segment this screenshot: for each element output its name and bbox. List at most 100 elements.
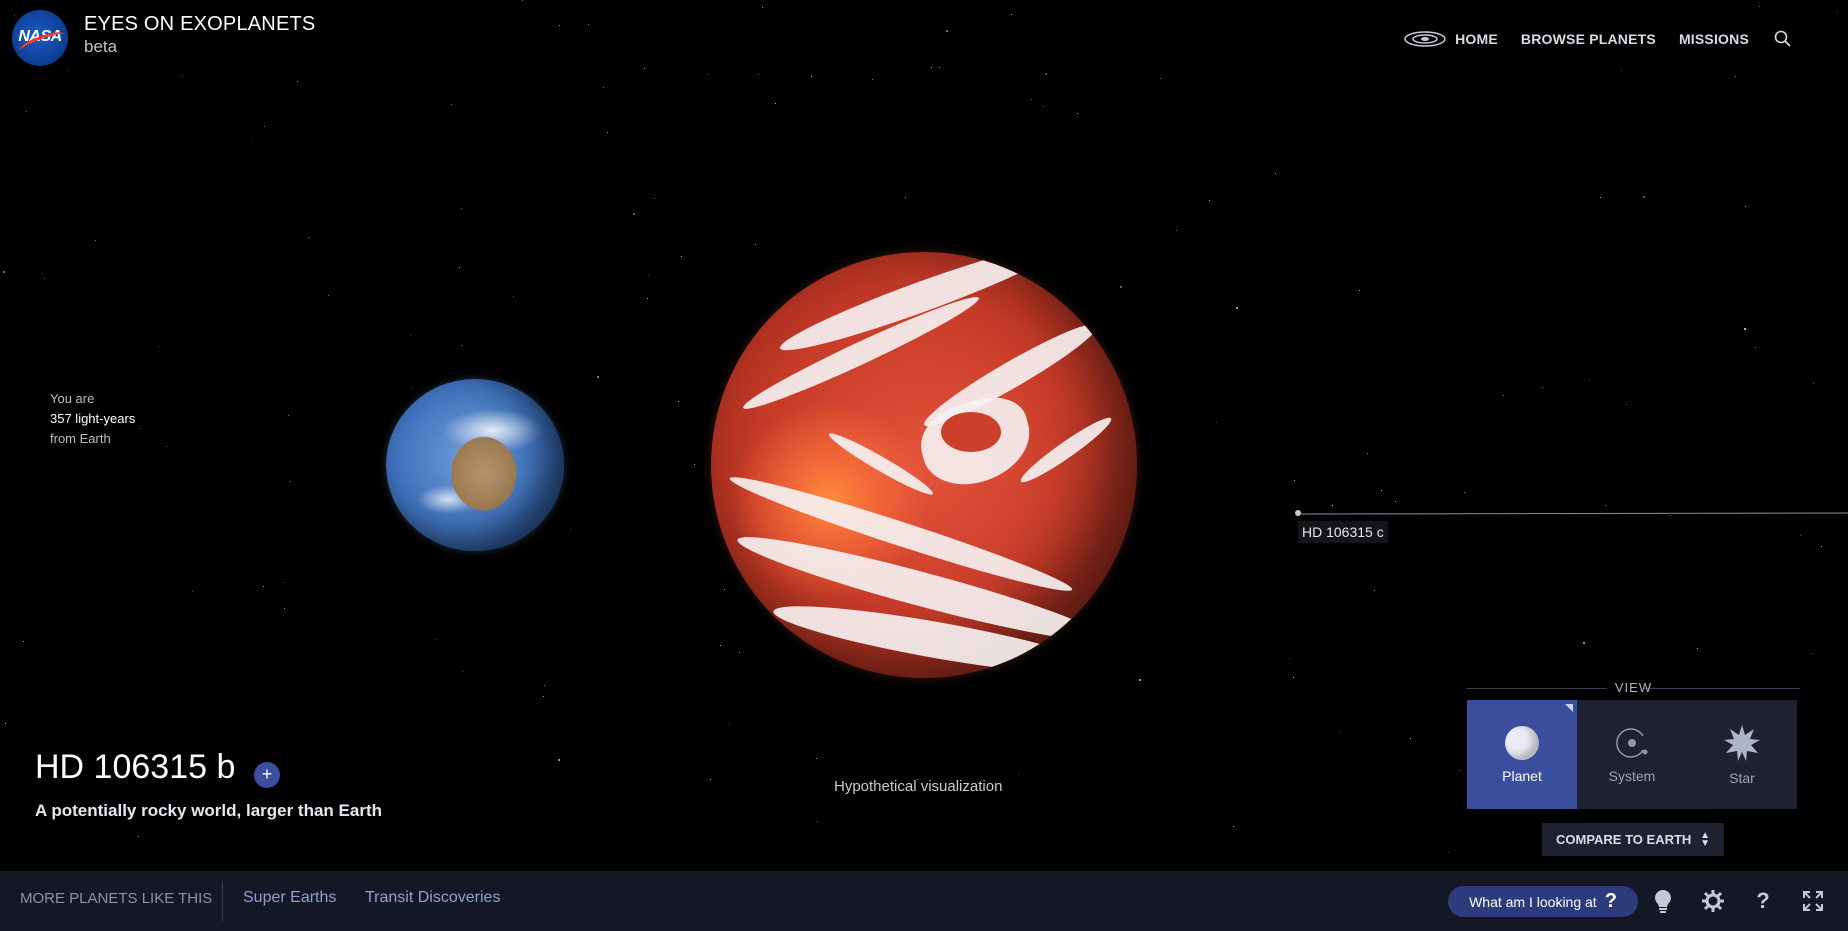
star-dot: [1605, 505, 1606, 506]
star-dot: [872, 79, 873, 80]
star-dot: [1600, 197, 1601, 198]
star-dot: [559, 25, 560, 26]
nasa-logo[interactable]: NASA: [12, 10, 68, 66]
gear-icon[interactable]: [1700, 888, 1726, 914]
star-dot: [775, 103, 776, 104]
star-dot: [1332, 505, 1333, 506]
star-dot: [762, 7, 763, 8]
star-dot: [1621, 71, 1622, 72]
planet-name: HD 106315 b: [35, 748, 236, 786]
star-dot: [588, 24, 589, 25]
view-system-button[interactable]: System: [1577, 700, 1687, 809]
cloud-band: [1016, 411, 1116, 489]
star-dot: [1395, 501, 1396, 502]
star-dot: [1294, 480, 1295, 481]
select-arrows-icon: ▲ ▼: [1700, 829, 1710, 849]
planet-c-marker[interactable]: [1295, 510, 1301, 516]
top-nav: HOME BROWSE PLANETS MISSIONS: [1403, 29, 1792, 49]
active-corner-marker: [1565, 704, 1573, 712]
view-star-button[interactable]: Star: [1687, 700, 1797, 809]
star-dot: [1503, 395, 1504, 396]
link-super-earths[interactable]: Super Earths: [243, 889, 336, 907]
exoplanet-globe[interactable]: [711, 252, 1137, 678]
compare-select[interactable]: COMPARE TO EARTH ▲ ▼: [1542, 823, 1724, 856]
system-icon: [1616, 727, 1648, 758]
star-dot: [5, 723, 6, 724]
star-dot: [1800, 535, 1801, 536]
star-dot: [724, 589, 725, 590]
star-dot: [1236, 307, 1238, 309]
what-am-i-looking-at-button[interactable]: What am I looking at ?: [1448, 886, 1638, 917]
star-dot: [461, 345, 462, 346]
star-dot: [1216, 422, 1217, 423]
bottom-bar: MORE PLANETS LIKE THIS Super Earths Tran…: [0, 871, 1848, 931]
more-info-button[interactable]: +: [254, 762, 280, 788]
star-dot: [1160, 78, 1161, 79]
star-dot: [1811, 653, 1812, 654]
star-dot: [647, 298, 648, 299]
star-dot: [710, 779, 711, 780]
planet-icon: [1505, 725, 1539, 760]
planet-description: A potentially rocky world, larger than E…: [35, 801, 382, 820]
nav-browse-planets[interactable]: BROWSE PLANETS: [1521, 31, 1656, 47]
star-dot: [14, 15, 15, 16]
nav-missions[interactable]: MISSIONS: [1679, 31, 1749, 47]
star-dot: [1813, 383, 1814, 384]
lightbulb-icon[interactable]: [1650, 888, 1676, 914]
star-dot: [264, 126, 265, 127]
search-icon[interactable]: [1774, 30, 1792, 48]
star-dot: [522, 0, 523, 1]
star-dot: [1626, 404, 1627, 405]
view-switcher: Planet System Star: [1467, 700, 1797, 809]
star-dot: [1744, 328, 1746, 330]
star-dot: [939, 67, 940, 68]
star-dot: [1464, 492, 1465, 493]
star-dot: [816, 758, 817, 759]
nav-home-label[interactable]: HOME: [1455, 31, 1498, 47]
earth-globe[interactable]: [386, 379, 564, 551]
help-icon[interactable]: ?: [1750, 888, 1776, 914]
star-dot: [543, 696, 544, 697]
star-dot: [1340, 731, 1341, 732]
star-dot: [513, 296, 514, 297]
star-dot: [1209, 200, 1210, 201]
star-dot: [1821, 546, 1822, 547]
compare-label: COMPARE TO EARTH: [1556, 832, 1692, 847]
star-dot: [1045, 73, 1047, 75]
star-dot: [192, 591, 193, 592]
star-dot: [459, 267, 460, 268]
view-planet-button[interactable]: Planet: [1467, 700, 1577, 809]
star-dot: [1448, 852, 1449, 853]
star-dot: [140, 428, 141, 429]
view-planet-label: Planet: [1502, 767, 1542, 784]
star-dot: [462, 671, 463, 672]
looking-label: What am I looking at: [1469, 893, 1597, 910]
distance-line1: You are: [50, 391, 95, 406]
star-dot: [411, 387, 412, 388]
galaxy-icon: [1404, 31, 1446, 47]
star-dot: [158, 346, 159, 347]
distance-value: 357 light-years: [50, 411, 136, 426]
star-dot: [946, 30, 948, 32]
nav-home[interactable]: HOME: [1403, 29, 1498, 49]
star-dot: [597, 376, 599, 378]
star-dot: [817, 821, 818, 822]
star-dot: [435, 639, 436, 640]
star-dot: [1670, 515, 1671, 516]
fullscreen-icon[interactable]: [1800, 888, 1826, 914]
bar-divider: [222, 881, 223, 921]
star-dot: [26, 111, 27, 112]
cloud-swirl-core: [941, 412, 1001, 452]
star-dot: [931, 67, 932, 68]
star-dot: [44, 278, 45, 279]
star-dot: [1077, 113, 1078, 114]
star-dot: [1643, 196, 1645, 198]
star-dot: [1139, 679, 1141, 681]
link-transit-discoveries[interactable]: Transit Discoveries: [365, 889, 500, 907]
star-dot: [1410, 738, 1411, 739]
visualization-caption: Hypothetical visualization: [834, 778, 1003, 795]
star-dot: [758, 74, 759, 75]
planet-c-label[interactable]: HD 106315 c: [1298, 521, 1388, 543]
star-icon: [1724, 724, 1760, 761]
app-title[interactable]: EYES ON EXOPLANETS: [84, 13, 315, 36]
